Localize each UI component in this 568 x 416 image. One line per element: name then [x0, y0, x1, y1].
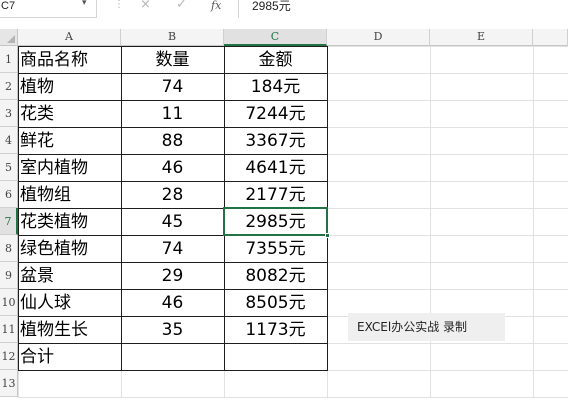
gridline [533, 46, 534, 397]
table-cell[interactable]: 2177元 [226, 182, 325, 208]
row-header-2[interactable]: 2 [0, 73, 18, 100]
table-cell[interactable]: 花类 [20, 101, 119, 127]
fill-handle[interactable] [325, 233, 330, 238]
row-header-12[interactable]: 12 [0, 343, 18, 370]
table-cell[interactable]: 植物生长 [20, 317, 119, 343]
gridline [430, 46, 431, 397]
table-cell[interactable]: 46 [123, 155, 222, 181]
row-header-5[interactable]: 5 [0, 154, 18, 181]
insert-function-icon[interactable]: fx [211, 0, 221, 14]
active-cell-outline[interactable] [223, 207, 330, 238]
gridline [18, 397, 568, 398]
table-cell[interactable]: 室内植物 [20, 155, 119, 181]
row-header-13[interactable]: 13 [0, 370, 18, 397]
table-cell[interactable]: 88 [123, 128, 222, 154]
header-cell[interactable]: 商品名称 [20, 47, 119, 73]
table-cell[interactable]: 74 [123, 236, 222, 262]
confirm-icon[interactable]: ✓ [176, 0, 187, 13]
formula-bar: C7 ▾ ⋮ × ✓ fx 2985元 [0, 0, 568, 18]
worksheet: ABCDE 1 2 3 4 5 6 7 8 9 10 11 12 13 商品名称 数量 金额 植物 74 184元… [0, 29, 568, 416]
table-cell[interactable]: 植物组 [20, 182, 119, 208]
header-cell[interactable]: 数量 [123, 47, 222, 73]
table-cell[interactable]: 184元 [226, 74, 325, 100]
row-header-11[interactable]: 11 [0, 316, 18, 343]
table-cell[interactable]: 28 [123, 182, 222, 208]
table-cell[interactable]: 8505元 [226, 290, 325, 316]
table-cell[interactable]: 7355元 [226, 236, 325, 262]
table-cell[interactable]: 7244元 [226, 101, 325, 127]
select-all-button[interactable] [0, 29, 18, 46]
table-cell[interactable]: 仙人球 [20, 290, 119, 316]
table-cell[interactable]: 3367元 [226, 128, 325, 154]
table-cell[interactable]: 绿色植物 [20, 236, 119, 262]
table-cell[interactable]: 盆景 [20, 263, 119, 289]
table-border [121, 46, 122, 370]
table-cell[interactable]: 4641元 [226, 155, 325, 181]
row-header-8[interactable]: 8 [0, 235, 18, 262]
column-header-b[interactable]: B [121, 29, 224, 46]
row-header-9[interactable]: 9 [0, 262, 18, 289]
table-border [18, 46, 19, 370]
watermark-label: EXCEl办公实战 录制 [348, 313, 505, 341]
column-header-d[interactable]: D [327, 29, 430, 46]
table-cell[interactable]: 45 [123, 209, 222, 235]
column-header-e[interactable]: E [430, 29, 533, 46]
column-header-a[interactable]: A [18, 29, 121, 46]
table-cell[interactable]: 35 [123, 317, 222, 343]
table-cell[interactable]: 11 [123, 101, 222, 127]
formula-divider [238, 0, 239, 18]
column-header-filler [533, 29, 568, 46]
table-cell[interactable]: 46 [123, 290, 222, 316]
row-header-10[interactable]: 10 [0, 289, 18, 316]
table-cell[interactable]: 8082元 [226, 263, 325, 289]
table-cell[interactable]: 74 [123, 74, 222, 100]
row-header-3[interactable]: 3 [0, 100, 18, 127]
table-cell[interactable]: 植物 [20, 74, 119, 100]
table-cell[interactable]: 29 [123, 263, 222, 289]
row-header-4[interactable]: 4 [0, 127, 18, 154]
table-cell[interactable]: 花类植物 [20, 209, 119, 235]
name-box[interactable]: C7 ▾ [0, 0, 97, 18]
formula-input[interactable]: 2985元 [252, 0, 291, 12]
row-header-6[interactable]: 6 [0, 181, 18, 208]
cancel-icon[interactable]: × [140, 0, 151, 13]
total-label-cell[interactable]: 合计 [20, 344, 119, 370]
table-cell[interactable]: 鲜花 [20, 128, 119, 154]
name-box-value: C7 [1, 0, 16, 12]
column-header-c[interactable]: C [224, 29, 327, 46]
row-header-7[interactable]: 7 [0, 208, 18, 235]
table-border [18, 370, 328, 371]
drag-handle-icon[interactable]: ⋮ [114, 0, 124, 12]
table-cell[interactable]: 1173元 [226, 317, 325, 343]
row-header-1[interactable]: 1 [0, 46, 18, 73]
header-cell[interactable]: 金额 [226, 47, 325, 73]
chevron-down-icon[interactable]: ▾ [82, 0, 87, 8]
